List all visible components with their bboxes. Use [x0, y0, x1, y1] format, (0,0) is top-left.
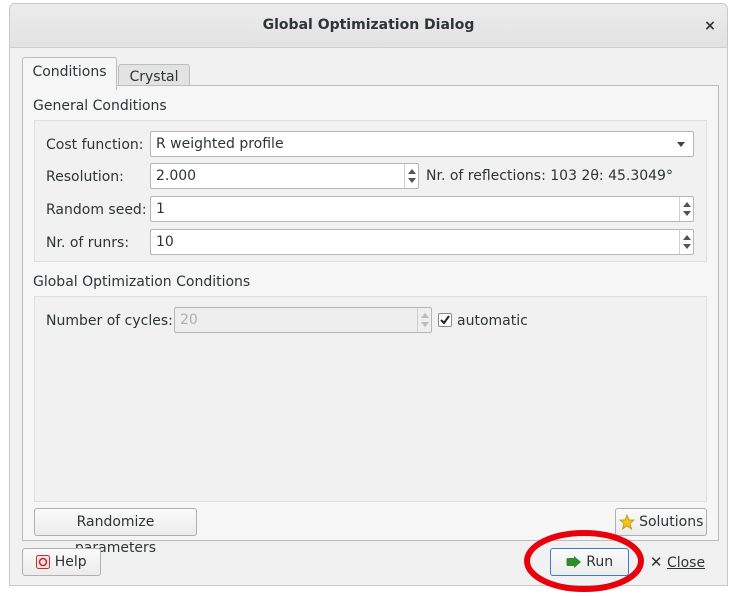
automatic-checkbox[interactable]	[438, 313, 452, 327]
resolution-spinbox[interactable]: 2.000	[150, 163, 419, 189]
help-label: Help	[54, 554, 87, 570]
general-conditions-frame: Cost function: R weighted profile Resolu…	[34, 120, 707, 262]
close-label: Close	[666, 555, 706, 571]
resolution-stepper[interactable]	[404, 164, 418, 188]
tab-crystal-label: Crystal	[129, 69, 179, 85]
random-seed-spinbox[interactable]: 1	[150, 196, 694, 222]
cost-function-label: Cost function:	[46, 137, 144, 153]
cycles-value: 20	[180, 312, 198, 328]
solutions-label: Solutions	[639, 514, 704, 530]
general-conditions-title: General Conditions	[33, 98, 167, 114]
automatic-label: automatic	[457, 313, 528, 329]
help-button[interactable]: Help	[22, 548, 101, 576]
random-seed-label: Random seed:	[46, 202, 147, 218]
arrow-up-icon[interactable]	[408, 169, 416, 174]
resolution-value: 2.000	[156, 168, 197, 184]
conditions-panel: General Conditions Cost function: R weig…	[22, 85, 719, 556]
close-icon: ✕	[649, 553, 663, 571]
tab-conditions-label: Conditions	[32, 64, 107, 80]
close-button[interactable]: ✕ Close	[640, 548, 715, 576]
chevron-down-icon	[677, 142, 685, 147]
runs-value: 10	[156, 234, 174, 250]
cycles-spinbox[interactable]: 20	[174, 307, 432, 333]
randomize-parameters-button[interactable]: Randomize parameters	[34, 508, 197, 556]
cycles-label: Number of cycles:	[46, 313, 173, 329]
cycles-stepper[interactable]	[417, 308, 431, 332]
reflections-info: Nr. of reflections: 103 2θ: 45.3049°	[426, 168, 673, 184]
global-conditions-frame: Number of cycles: 20 automatic	[34, 296, 707, 502]
random-seed-stepper[interactable]	[679, 197, 693, 221]
arrow-down-icon[interactable]	[683, 211, 691, 216]
cost-function-value: R weighted profile	[156, 136, 284, 152]
runs-stepper[interactable]	[679, 230, 693, 254]
checkmark-icon	[440, 315, 450, 325]
arrow-down-icon[interactable]	[421, 322, 429, 327]
random-seed-value: 1	[156, 201, 165, 217]
tab-conditions[interactable]: Conditions	[22, 57, 117, 90]
arrow-down-icon[interactable]	[408, 178, 416, 183]
run-label: Run	[586, 554, 614, 570]
dialog-window: Global Optimization Dialog × Conditions …	[9, 3, 728, 592]
arrow-up-icon[interactable]	[683, 235, 691, 240]
arrow-up-icon[interactable]	[683, 202, 691, 207]
global-conditions-title: Global Optimization Conditions	[33, 274, 251, 290]
runs-spinbox[interactable]: 10	[150, 229, 694, 255]
window-close-icon[interactable]: ×	[698, 14, 722, 38]
arrow-up-icon[interactable]	[421, 313, 429, 318]
run-button[interactable]: Run	[550, 548, 629, 576]
arrow-down-icon[interactable]	[683, 244, 691, 249]
window-title: Global Optimization Dialog	[262, 17, 475, 33]
resolution-label: Resolution:	[46, 169, 124, 185]
solutions-button[interactable]: Solutions	[615, 508, 707, 536]
help-icon	[36, 555, 51, 569]
cost-function-select[interactable]: R weighted profile	[150, 131, 694, 157]
runs-label: Nr. of runrs:	[46, 235, 130, 251]
run-icon	[566, 556, 581, 568]
title-bar: Global Optimization Dialog ×	[10, 4, 727, 48]
star-icon	[618, 514, 635, 530]
